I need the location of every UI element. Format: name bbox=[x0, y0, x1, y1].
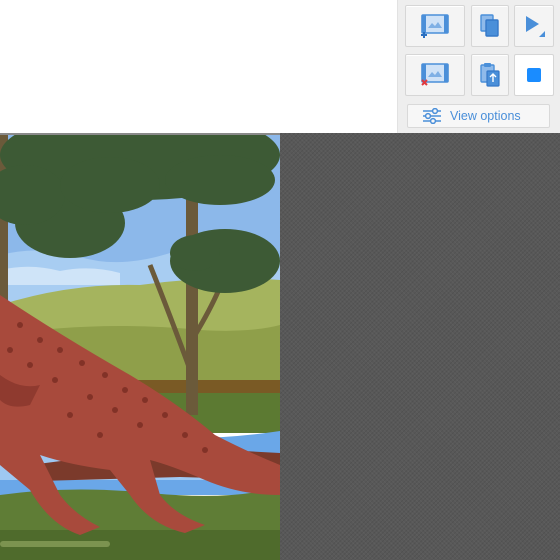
slide-preview[interactable] bbox=[0, 135, 280, 560]
play-button[interactable] bbox=[514, 5, 554, 47]
canvas-background bbox=[280, 133, 560, 560]
play-icon bbox=[521, 13, 547, 39]
progress-track bbox=[0, 541, 110, 547]
paste-icon bbox=[479, 62, 501, 88]
sliders-icon bbox=[422, 108, 442, 124]
remove-slide-button[interactable] bbox=[405, 54, 465, 96]
stop-icon bbox=[527, 68, 541, 82]
dinosaur-illustration bbox=[0, 135, 280, 560]
view-options-label: View options bbox=[450, 109, 521, 123]
stop-button[interactable] bbox=[514, 54, 554, 96]
blank-area bbox=[0, 0, 397, 133]
remove-slide-icon bbox=[419, 62, 451, 88]
copy-icon bbox=[480, 14, 500, 38]
add-slide-button[interactable] bbox=[405, 5, 465, 47]
view-options-button[interactable]: View options bbox=[407, 104, 550, 128]
paste-button[interactable] bbox=[471, 54, 509, 96]
add-slide-icon bbox=[419, 13, 451, 39]
copy-button[interactable] bbox=[471, 5, 509, 47]
